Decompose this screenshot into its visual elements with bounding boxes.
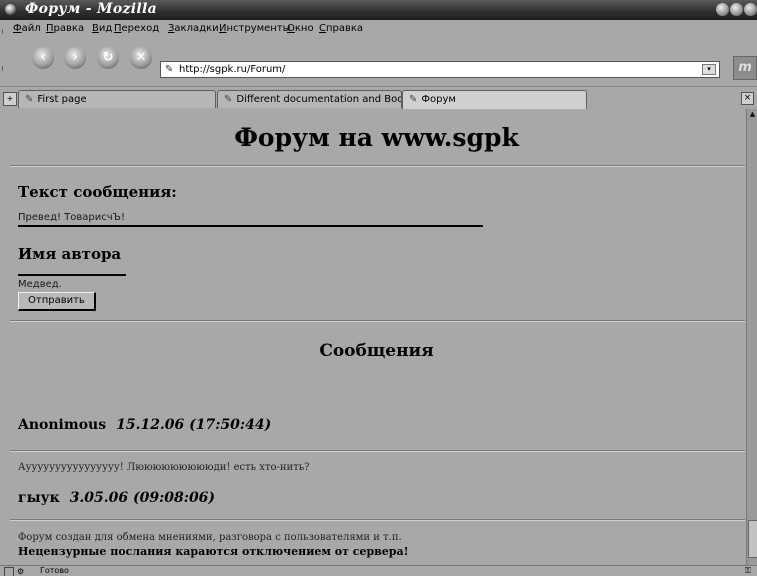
message-header: гыук 3.05.06 (09:08:06) [18, 490, 215, 506]
page-content: Форум на www.sgpk Текст сообщения: Преве… [8, 109, 745, 565]
message-date: 3.05.06 (09:08:06) [69, 490, 216, 506]
vertical-scrollbar[interactable]: ▲ [746, 109, 757, 565]
tab-label: Different documentation and Bookz [236, 94, 402, 105]
menu-help-accel: С [319, 23, 326, 34]
menu-tools[interactable]: Инструменты [219, 23, 291, 34]
submit-button[interactable]: Отправить [18, 292, 96, 311]
divider [10, 450, 745, 452]
tab-first-page[interactable]: ✎ First page [18, 90, 216, 108]
close-tab-icon[interactable]: × [741, 92, 754, 105]
footer-warning: Нецензурные послания караются отключение… [18, 545, 409, 558]
message-author: гыук [18, 490, 60, 506]
message-input[interactable]: Превед! ТоварисчЪ! [18, 211, 483, 227]
tab-label: First page [37, 94, 87, 105]
back-icon[interactable]: ‹ [32, 47, 54, 69]
network-icon[interactable]: ⚙ [17, 567, 24, 576]
menu-bookmarks-label: акладки [174, 23, 219, 34]
tab-documentation[interactable]: ✎ Different documentation and Bookz [217, 90, 402, 108]
window-title: Форум - Mozilla [25, 1, 157, 17]
menu-bookmarks[interactable]: Закладки [168, 23, 219, 34]
forward-icon[interactable]: › [64, 47, 86, 69]
tab-page-icon: ✎ [25, 94, 34, 105]
minimize-icon[interactable] [716, 3, 729, 16]
new-tab-icon[interactable]: + [3, 92, 17, 106]
menu-tools-label: нструменты [226, 23, 291, 34]
menu-window-label: кно [294, 23, 314, 34]
message-label: Текст сообщения: [18, 183, 177, 201]
menu-window-accel: О [287, 23, 295, 34]
tab-forum[interactable]: ✎ Форум [402, 90, 587, 109]
menu-edit-label: равка [53, 23, 85, 34]
menu-view-accel: В [92, 23, 99, 34]
scroll-up-icon[interactable]: ▲ [747, 109, 757, 120]
offline-icon[interactable] [4, 567, 14, 576]
message-author: Anonimous [18, 417, 107, 433]
messages-heading: Сообщения [319, 341, 434, 361]
menu-go-accel: П [114, 23, 122, 34]
navigation-toolbar: ‹ › ↻ ✕ ✎ http://sgpk.ru/Forum/ ▾ m [0, 38, 757, 87]
author-label: Имя автора [18, 245, 122, 263]
url-bar[interactable]: ✎ http://sgpk.ru/Forum/ ▾ [160, 61, 720, 78]
reload-icon[interactable]: ↻ [97, 47, 119, 69]
divider [10, 165, 745, 167]
menu-help[interactable]: Справка [319, 23, 363, 34]
page-icon: ✎ [165, 64, 174, 75]
message-header: Anonimous 15.12.06 (17:50:44) [18, 417, 271, 433]
close-window-icon[interactable] [744, 3, 757, 16]
title-bar: Форум - Mozilla [0, 0, 757, 20]
mozilla-app-icon[interactable] [5, 4, 16, 15]
tab-page-icon: ✎ [409, 94, 418, 105]
tab-page-icon: ✎ [224, 94, 233, 105]
divider [10, 320, 745, 322]
menu-file-accel: Ф [13, 23, 22, 34]
status-bar: ⚙ Готово ⚿ [0, 565, 757, 576]
menu-go-label: ереход [121, 23, 160, 34]
toolbar-grip-icon[interactable] [2, 29, 8, 34]
menu-window[interactable]: Окно [287, 23, 314, 34]
tab-label: Форум [421, 94, 456, 105]
menu-bar: Файл Правка Вид Переход Закладки Инструм… [0, 20, 757, 38]
security-lock-icon[interactable]: ⚿ [745, 566, 751, 576]
scroll-thumb[interactable] [748, 520, 757, 558]
url-text[interactable]: http://sgpk.ru/Forum/ [179, 62, 285, 77]
browser-window: Форум - Mozilla Файл Правка Вид Переход … [0, 0, 757, 576]
tab-bar: + ✎ First page ✎ Different documentation a… [0, 88, 757, 109]
message-text: Ауууууууууууууууу! Люююююююююди! есть хт… [18, 462, 310, 473]
url-dropdown-icon[interactable]: ▾ [702, 64, 716, 75]
menu-view-label: ид [98, 23, 113, 34]
menu-view[interactable]: Вид [92, 23, 112, 34]
nav-grip-icon[interactable] [2, 66, 8, 71]
menu-edit-accel: П [46, 23, 54, 34]
divider [10, 519, 745, 521]
page-title: Форум на www.sgpk [234, 123, 519, 152]
footer-info: Форум создан для обмена мнениями, разгов… [18, 532, 402, 543]
menu-file[interactable]: Файл [13, 23, 41, 34]
menu-file-label: айл [21, 23, 41, 34]
menu-help-label: правка [325, 23, 364, 34]
status-text: Готово [40, 566, 69, 575]
menu-edit[interactable]: Правка [46, 23, 84, 34]
maximize-icon[interactable] [730, 3, 743, 16]
menu-go[interactable]: Переход [114, 23, 159, 34]
author-input[interactable]: Медвед. [18, 274, 126, 292]
stop-icon[interactable]: ✕ [130, 47, 152, 69]
message-date: 15.12.06 (17:50:44) [116, 417, 272, 433]
mozilla-throbber-icon[interactable]: m [733, 56, 757, 80]
